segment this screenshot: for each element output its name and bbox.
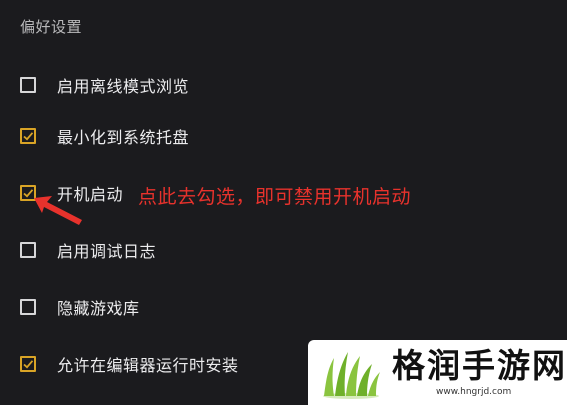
site-watermark: 格润手游网 www.hngrjd.com [308,340,567,405]
checkbox-install-while-editor-running[interactable] [20,356,36,372]
checkmark-icon [23,132,34,141]
pref-label: 启用调试日志 [57,242,157,261]
checkmark-icon [23,360,34,369]
section-title: 偏好设置 [20,18,83,36]
pref-label: 最小化到系统托盘 [57,128,190,147]
pref-minimize-to-tray[interactable]: 最小化到系统托盘 [20,124,189,148]
pref-debug-log[interactable]: 启用调试日志 [20,238,156,262]
annotation-text: 点此去勾选，即可禁用开机启动 [138,186,412,208]
checkbox-hide-library[interactable] [20,299,36,315]
pref-install-while-editor-running[interactable]: 允许在编辑器运行时安装 [20,352,239,376]
pref-hide-library[interactable]: 隐藏游戏库 [20,295,140,319]
watermark-url: www.hngrjd.com [436,387,512,397]
watermark-site-name: 格润手游网 [392,346,567,385]
annotation-arrow-icon [34,196,82,225]
pref-label: 启用离线模式浏览 [57,77,190,96]
preferences-panel: 偏好设置 启用离线模式浏览 最小化到系统托盘 开机启动 启用调试日志 隐藏游戏库… [0,0,567,405]
checkbox-minimize-to-tray[interactable] [20,128,36,144]
pref-label: 允许在编辑器运行时安装 [57,356,239,375]
grass-logo-icon [323,352,380,399]
checkbox-offline-mode[interactable] [20,77,36,93]
pref-offline-mode[interactable]: 启用离线模式浏览 [20,73,189,97]
checkbox-debug-log[interactable] [20,242,36,258]
pref-label: 隐藏游戏库 [57,299,140,318]
